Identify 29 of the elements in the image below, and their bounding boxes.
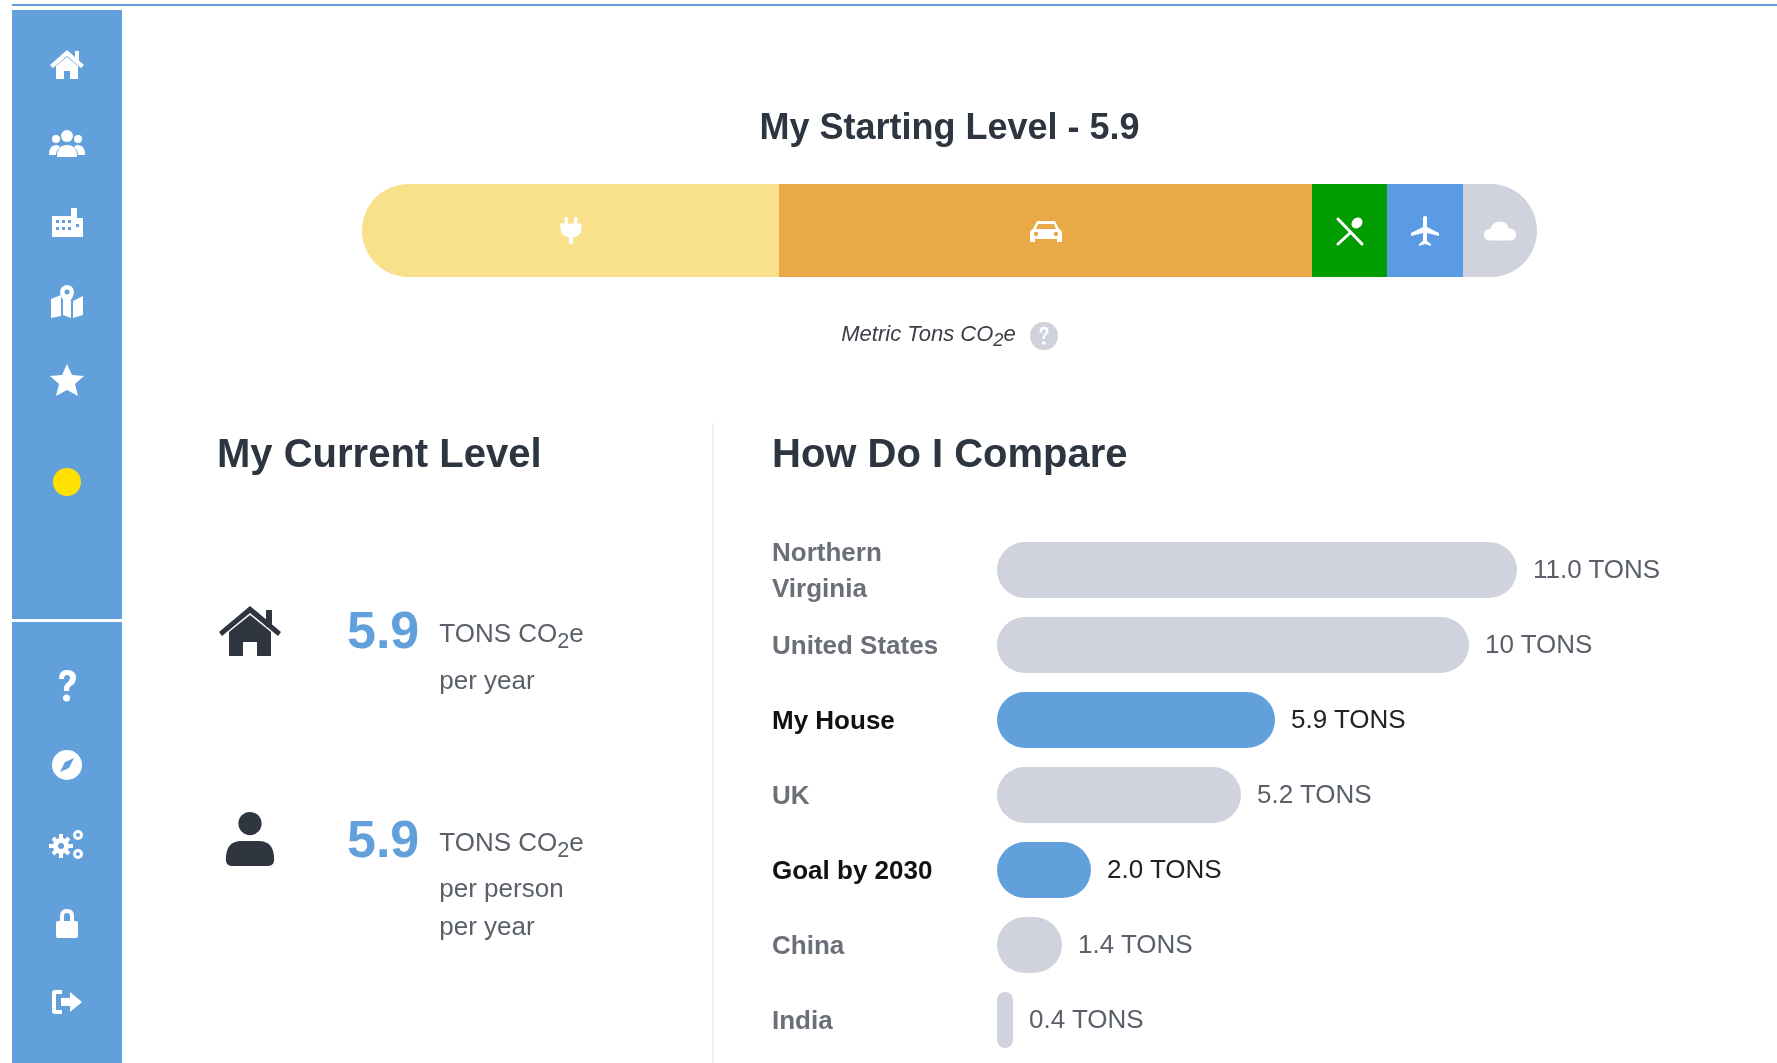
comparison-label: China <box>772 928 846 962</box>
unit-text: TONS CO$_{2}$e <box>439 617 584 656</box>
help-icon[interactable] <box>1029 322 1058 351</box>
status-dot <box>53 468 81 496</box>
comparison-label: UK <box>772 778 811 812</box>
comparison-label: Northern Virginia <box>772 535 883 605</box>
comparison-label: India <box>772 1003 834 1037</box>
unit-caption: Metric Tons CO$_{2}$e <box>841 321 1016 352</box>
emission-value: 5.9 <box>347 810 420 867</box>
comparison-value: 11.0 TONS <box>1533 554 1661 586</box>
comparison-label: Goal by 2030 <box>772 853 934 887</box>
comparison-bar <box>997 991 1013 1048</box>
section-title: How Do I Compare <box>772 430 1129 477</box>
unit-text: TONS CO$_{2}$e <box>439 825 584 864</box>
airplane-icon <box>1408 214 1442 247</box>
unit-text: per year <box>439 909 536 943</box>
section-title: My Current Level <box>217 430 543 477</box>
comparison-value: 0.4 TONS <box>1029 1004 1144 1036</box>
unit-text: per year <box>439 663 536 697</box>
comparison-value: 2.0 TONS <box>1107 854 1222 886</box>
comparison-value: 10 TONS <box>1485 629 1593 661</box>
unit-text: per person <box>439 871 565 905</box>
chart-title: My Starting Level - 5.9 <box>759 106 1140 148</box>
comparison-label: United States <box>772 628 940 662</box>
comparison-value: 1.4 TONS <box>1078 929 1193 961</box>
comparison-value: 5.9 TONS <box>1291 704 1406 736</box>
comparison-value: 5.2 TONS <box>1257 779 1372 811</box>
comparison-label: My House <box>772 703 896 737</box>
emission-value: 5.9 <box>347 602 420 659</box>
